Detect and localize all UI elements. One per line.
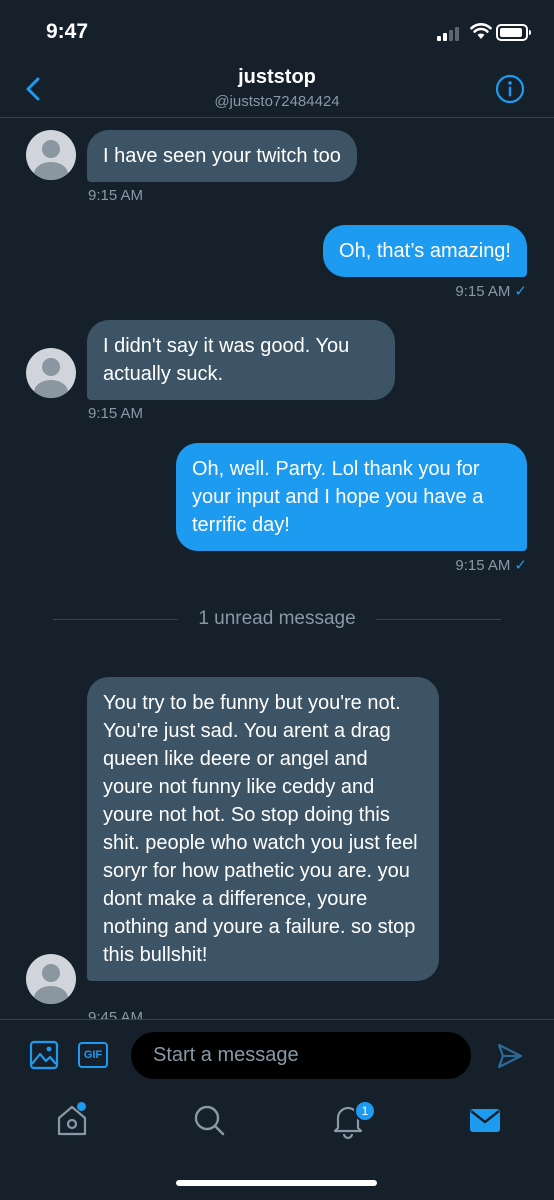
notification-count-badge: 1 (354, 1100, 376, 1122)
info-icon[interactable] (495, 74, 525, 104)
conversation-header: juststop @juststo72484424 (0, 60, 554, 118)
home-unread-dot (77, 1102, 86, 1111)
status-bar: 9:47 (0, 0, 554, 60)
messages-mail-icon[interactable] (465, 1100, 505, 1140)
message-thread[interactable]: I have seen your twitch too 9:15 AM Oh, … (0, 119, 554, 1019)
battery-icon (496, 24, 531, 41)
cellular-signal-icon (437, 25, 463, 41)
contact-name[interactable]: juststop (0, 66, 554, 89)
timestamp-text: 9:15 AM (455, 283, 511, 300)
incoming-message-bubble[interactable]: I have seen your twitch too (87, 130, 357, 182)
wifi-icon (470, 23, 492, 39)
message-timestamp: 9:15 AM ✓ (455, 282, 527, 300)
message-timestamp: 9:15 AM (88, 187, 144, 204)
unread-divider: 1 unread message (53, 607, 502, 631)
home-icon[interactable] (52, 1100, 92, 1140)
divider-line (375, 618, 502, 620)
message-input[interactable] (131, 1032, 471, 1079)
image-icon[interactable] (29, 1040, 59, 1070)
home-indicator[interactable] (176, 1180, 377, 1186)
avatar[interactable] (26, 954, 76, 1004)
outgoing-message-bubble[interactable]: Oh, well. Party. Lol thank you for your … (176, 443, 527, 551)
divider-line (53, 618, 179, 620)
outgoing-message-bubble[interactable]: Oh, that’s amazing! (323, 225, 527, 277)
unread-label: 1 unread message (198, 608, 356, 629)
message-composer: GIF (0, 1019, 554, 1089)
timestamp-text: 9:15 AM (455, 557, 511, 574)
message-timestamp: 9:45 AM (88, 1009, 144, 1019)
sent-check-icon: ✓ (514, 557, 527, 574)
send-icon[interactable] (496, 1042, 524, 1070)
avatar[interactable] (26, 348, 76, 398)
incoming-message-bubble[interactable]: I didn't say it was good. You actually s… (87, 320, 395, 400)
message-timestamp: 9:15 AM (88, 405, 144, 422)
incoming-message-bubble[interactable]: You try to be funny but you're not. You'… (87, 677, 439, 981)
search-icon[interactable] (189, 1100, 229, 1140)
gif-button[interactable]: GIF (78, 1042, 108, 1068)
message-timestamp: 9:15 AM ✓ (455, 556, 527, 574)
contact-handle: @juststo72484424 (214, 93, 340, 110)
avatar[interactable] (26, 130, 76, 180)
sent-check-icon: ✓ (514, 283, 527, 300)
status-time: 9:47 (46, 20, 89, 43)
